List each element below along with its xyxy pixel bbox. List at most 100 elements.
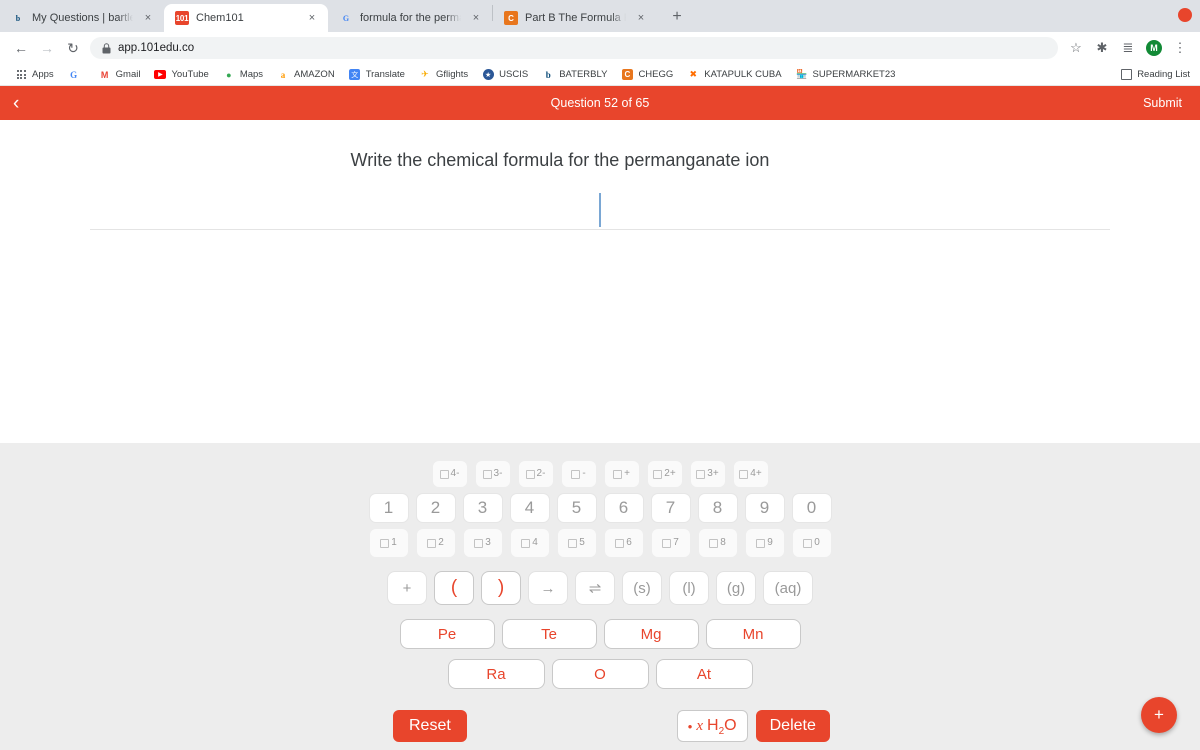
bookmark-star-icon[interactable]: ☆ bbox=[1064, 36, 1088, 60]
browser-tab-google-search[interactable]: G formula for the permanganate i × bbox=[328, 4, 492, 32]
state-liquid-key[interactable]: (l) bbox=[669, 571, 709, 605]
operator-key-row: + ( ) → ⇌ (s) (l) (g) (aq) bbox=[387, 571, 813, 605]
back-icon[interactable]: ← bbox=[8, 35, 34, 61]
reset-button[interactable]: Reset bbox=[393, 710, 467, 742]
browser-tab-chegg[interactable]: C Part B The Formula For The Ox × bbox=[493, 4, 657, 32]
hydrate-water-key[interactable]: • x H2O bbox=[676, 710, 748, 742]
tab-close-icon[interactable]: × bbox=[304, 10, 320, 26]
add-floating-action-button[interactable]: + bbox=[1141, 697, 1177, 733]
charge-key-row: 4- 3- 2- - + 2+ 3+ 4+ bbox=[431, 460, 769, 488]
tab-title: Part B The Formula For The Ox bbox=[525, 12, 626, 24]
browser-tab-bartleby[interactable]: b My Questions | bartleby × bbox=[0, 4, 164, 32]
element-key-at[interactable]: At bbox=[655, 659, 753, 689]
charge-3-plus-key[interactable]: 3+ bbox=[689, 460, 726, 488]
charge-2-plus-key[interactable]: 2+ bbox=[646, 460, 683, 488]
number-key-7[interactable]: 7 bbox=[650, 493, 691, 523]
number-key-5[interactable]: 5 bbox=[556, 493, 597, 523]
extensions-puzzle-icon[interactable]: ✱ bbox=[1090, 36, 1114, 60]
subscript-key-7[interactable]: 7 bbox=[650, 528, 691, 558]
question-counter: Question 52 of 65 bbox=[550, 96, 650, 110]
equilibrium-arrow-key[interactable]: ⇌ bbox=[575, 571, 615, 605]
charge-4-minus-key[interactable]: 4- bbox=[431, 460, 468, 488]
state-aqueous-key[interactable]: (aq) bbox=[763, 571, 813, 605]
back-chevron-icon[interactable]: ‹ bbox=[13, 94, 19, 113]
number-key-4[interactable]: 4 bbox=[509, 493, 550, 523]
reload-icon[interactable]: ↻ bbox=[60, 35, 86, 61]
yields-arrow-key[interactable]: → bbox=[528, 571, 568, 605]
bookmark-google[interactable]: G bbox=[61, 66, 92, 84]
placeholder-box-icon bbox=[615, 538, 625, 548]
number-key-6[interactable]: 6 bbox=[603, 493, 644, 523]
subscript-key-0[interactable]: 0 bbox=[791, 528, 832, 558]
reading-list-button[interactable]: Reading List bbox=[1121, 69, 1190, 80]
delete-button[interactable]: Delete bbox=[755, 710, 830, 742]
number-key-8[interactable]: 8 bbox=[697, 493, 738, 523]
charge-3-minus-key[interactable]: 3- bbox=[474, 460, 511, 488]
new-tab-button[interactable]: + bbox=[663, 3, 691, 31]
bookmark-label: Maps bbox=[239, 69, 264, 80]
page-root: b My Questions | bartleby × 101 Chem101 … bbox=[0, 0, 1200, 750]
subscript-key-8[interactable]: 8 bbox=[697, 528, 738, 558]
state-solid-key[interactable]: (s) bbox=[622, 571, 662, 605]
subscript-key-6[interactable]: 6 bbox=[603, 528, 644, 558]
bookmark-label: CHEGG bbox=[638, 69, 674, 80]
bookmark-maps[interactable]: ● Maps bbox=[216, 66, 270, 84]
close-paren-key[interactable]: ) bbox=[481, 571, 521, 605]
element-key-o[interactable]: O bbox=[551, 659, 649, 689]
subscript-key-2[interactable]: 2 bbox=[415, 528, 456, 558]
number-key-1[interactable]: 1 bbox=[368, 493, 409, 523]
charge-2-minus-key[interactable]: 2- bbox=[517, 460, 554, 488]
charge-4-plus-key[interactable]: 4+ bbox=[732, 460, 769, 488]
reading-list-icon[interactable]: ≣ bbox=[1116, 36, 1140, 60]
tab-close-icon[interactable]: × bbox=[140, 10, 156, 26]
subscript-key-9[interactable]: 9 bbox=[744, 528, 785, 558]
plus-key[interactable]: + bbox=[387, 571, 427, 605]
number-key-2[interactable]: 2 bbox=[415, 493, 456, 523]
subscript-key-5[interactable]: 5 bbox=[556, 528, 597, 558]
bookmark-supermarket23[interactable]: 🏪 SUPERMARKET23 bbox=[789, 66, 903, 84]
element-key-mg[interactable]: Mg bbox=[603, 619, 699, 649]
bookmark-label: SUPERMARKET23 bbox=[812, 69, 896, 80]
subscript-key-3[interactable]: 3 bbox=[462, 528, 503, 558]
browser-menu-icon[interactable]: ⋮ bbox=[1168, 36, 1192, 60]
bookmark-amazon[interactable]: a AMAZON bbox=[270, 66, 342, 84]
state-gas-key[interactable]: (g) bbox=[716, 571, 756, 605]
window-close-button[interactable] bbox=[1178, 8, 1192, 22]
number-key-9[interactable]: 9 bbox=[744, 493, 785, 523]
google-g-icon: G bbox=[70, 69, 78, 80]
element-key-pe[interactable]: Pe bbox=[399, 619, 495, 649]
bookmark-youtube[interactable]: ▶ YouTube bbox=[147, 66, 215, 84]
bookmark-chegg[interactable]: C CHEGG bbox=[614, 66, 680, 84]
address-bar[interactable]: app.101edu.co bbox=[90, 37, 1058, 59]
chemistry-keypad: 4- 3- 2- - + 2+ 3+ 4+ 1 2 3 4 5 6 7 8 9 … bbox=[0, 443, 1200, 750]
forward-icon[interactable]: → bbox=[34, 35, 60, 61]
bookmark-label: Translate bbox=[365, 69, 405, 80]
browser-tab-chem101[interactable]: 101 Chem101 × bbox=[164, 4, 328, 32]
charge-1-minus-key[interactable]: - bbox=[560, 460, 597, 488]
bookmark-apps[interactable]: Apps bbox=[8, 66, 61, 84]
number-key-3[interactable]: 3 bbox=[462, 493, 503, 523]
bookmark-gflights[interactable]: ✈ Gflights bbox=[412, 66, 475, 84]
element-key-mn[interactable]: Mn bbox=[705, 619, 801, 649]
answer-input[interactable] bbox=[90, 193, 1110, 231]
bookmark-katapulk-cuba[interactable]: ✖ KATAPULK CUBA bbox=[680, 66, 788, 84]
subscript-key-4[interactable]: 4 bbox=[509, 528, 550, 558]
lock-icon bbox=[102, 42, 111, 53]
bookmark-uscis[interactable]: ★ USCIS bbox=[475, 66, 535, 84]
element-key-row-2: Ra O At bbox=[447, 659, 753, 689]
browser-toolbar: ← → ↻ app.101edu.co ☆ ✱ ≣ M ⋮ bbox=[0, 32, 1200, 64]
tab-close-icon[interactable]: × bbox=[633, 10, 649, 26]
bookmark-gmail[interactable]: M Gmail bbox=[92, 66, 148, 84]
bookmark-baterbly[interactable]: b BATERBLY bbox=[535, 66, 614, 84]
submit-button[interactable]: Submit bbox=[1143, 96, 1182, 110]
charge-1-plus-key[interactable]: + bbox=[603, 460, 640, 488]
subscript-key-1[interactable]: 1 bbox=[368, 528, 409, 558]
element-key-te[interactable]: Te bbox=[501, 619, 597, 649]
profile-avatar[interactable]: M bbox=[1142, 36, 1166, 60]
element-key-ra[interactable]: Ra bbox=[447, 659, 545, 689]
tab-close-icon[interactable]: × bbox=[468, 10, 484, 26]
number-key-0[interactable]: 0 bbox=[791, 493, 832, 523]
bookmark-translate[interactable]: 文 Translate bbox=[342, 66, 412, 84]
number-key-row: 1 2 3 4 5 6 7 8 9 0 bbox=[368, 493, 832, 523]
open-paren-key[interactable]: ( bbox=[434, 571, 474, 605]
